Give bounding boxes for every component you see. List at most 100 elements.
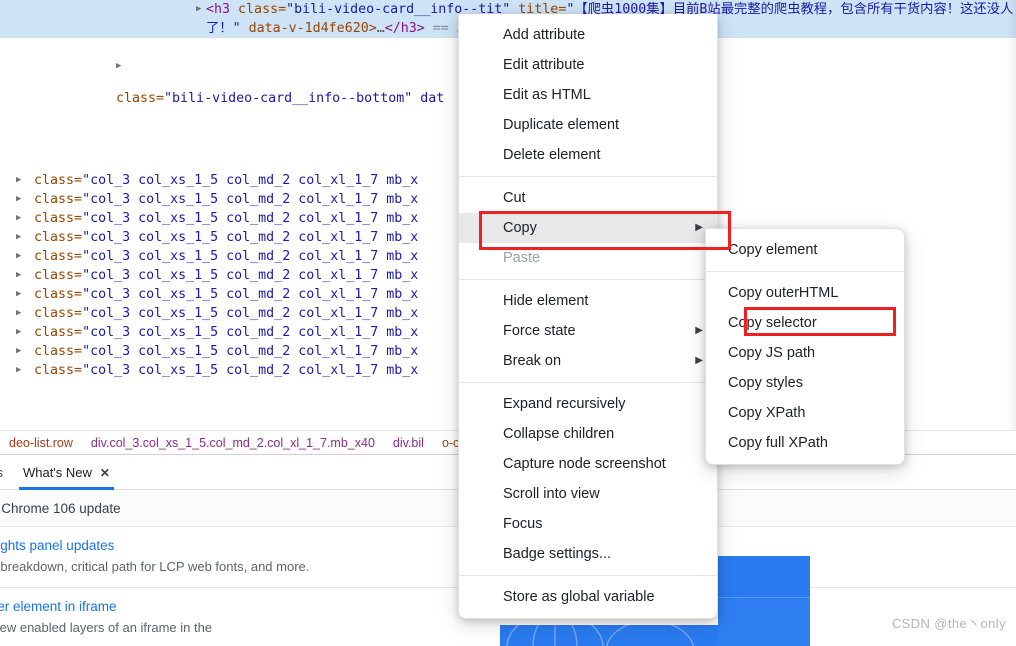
menu-item-collapse-children[interactable]: Collapse children — [459, 419, 717, 449]
dom-attr-name: class= — [34, 211, 83, 226]
expand-triangle-icon[interactable]: ▶ — [16, 209, 26, 228]
drawer-tab-what-s-new[interactable]: What's New ✕ — [13, 456, 120, 490]
page-graphic-block — [718, 556, 810, 646]
expand-triangle-icon[interactable]: ▶ — [16, 266, 26, 285]
dom-attr-value: "col_3 col_xs_1_5 col_md_2 col_xl_1_7 mb… — [82, 306, 419, 321]
dom-attr-value: "col_3 col_xs_1_5 col_md_2 col_xl_1_7 mb… — [82, 192, 419, 207]
menu-item-force-state[interactable]: Force state ▶ — [459, 316, 717, 346]
menu-item-expand-recursively[interactable]: Expand recursively — [459, 389, 717, 419]
chevron-right-icon: ▶ — [695, 222, 703, 233]
dom-tag-open: class="col_3 col_xs_1_5 col_md_2 col_xl_… — [26, 306, 418, 321]
submenu-item-copy-full-xpath[interactable]: Copy full XPath — [706, 428, 904, 458]
drawer-tab-label: What's New — [22, 465, 92, 480]
expand-triangle-icon[interactable]: ▶ — [16, 190, 26, 209]
menu-item-label: Capture node screenshot — [503, 456, 666, 472]
menu-item-break-on[interactable]: Break on ▶ — [459, 346, 717, 376]
menu-item-capture-node-screenshot[interactable]: Capture node screenshot — [459, 449, 717, 479]
space-4 — [425, 21, 433, 36]
dom-tag-open: class="col_3 col_xs_1_5 col_md_2 col_xl_… — [26, 363, 418, 378]
menu-separator — [459, 575, 717, 576]
menu-item-label: Copy — [503, 220, 537, 236]
menu-item-label: Force state — [503, 323, 576, 339]
menu-separator — [459, 176, 717, 177]
submenu-item-copy-element[interactable]: Copy element — [706, 235, 904, 265]
expand-triangle-icon[interactable]: ▶ — [16, 323, 26, 342]
panel-scroll-shadow — [1006, 0, 1016, 430]
dom-tag-open: class="col_3 col_xs_1_5 col_md_2 col_xl_… — [26, 325, 418, 340]
menu-item-store-as-global-variable[interactable]: Store as global variable — [459, 582, 717, 612]
menu-item-edit-as-html[interactable]: Edit as HTML — [459, 80, 717, 110]
menu-item-add-attribute[interactable]: Add attribute — [459, 20, 717, 50]
menu-item-label: Add attribute — [503, 27, 586, 43]
menu-item-label: Scroll into view — [503, 486, 600, 502]
breadcrumb-item[interactable]: deo-list.row — [0, 431, 82, 454]
context-menu[interactable]: Add attribute Edit attribute Edit as HTML D… — [458, 14, 718, 619]
menu-item-label: Copy element — [728, 242, 818, 258]
dom-attr-name: class= — [34, 344, 83, 359]
menu-separator — [459, 279, 717, 280]
dom-attr-title-continuation: 了！" — [206, 21, 241, 36]
breadcrumb-item[interactable]: div.col_3.col_xs_1_5.col_md_2.col_xl_1_7… — [82, 431, 384, 454]
menu-item-focus[interactable]: Focus — [459, 509, 717, 539]
chevron-right-icon: ▶ — [695, 355, 703, 366]
menu-item-hide-element[interactable]: Hide element — [459, 286, 717, 316]
dom-attr-value: "col_3 col_xs_1_5 col_md_2 col_xl_1_7 mb… — [82, 344, 419, 359]
expand-triangle-icon[interactable]: ▶ — [16, 171, 26, 190]
menu-item-label: Cut — [503, 190, 526, 206]
expand-triangle-icon[interactable]: ▶ — [16, 285, 26, 304]
menu-item-label: Badge settings... — [503, 546, 612, 562]
menu-item-label: Focus — [503, 516, 543, 532]
dom-collapsed-ellipsis[interactable]: … — [377, 21, 385, 36]
menu-item-label: Collapse children — [503, 426, 615, 442]
dom-tag-open: class="col_3 col_xs_1_5 col_md_2 col_xl_… — [26, 211, 418, 226]
drawer-tab-ues[interactable]: ues — [0, 456, 13, 490]
menu-item-copy[interactable]: Copy ▶ — [459, 213, 717, 243]
dom-attr-name: class= — [34, 249, 83, 264]
copy-submenu[interactable]: Copy element Copy outerHTML Copy selector C… — [705, 228, 905, 465]
dom-tag-open: class="col_3 col_xs_1_5 col_md_2 col_xl_… — [26, 268, 418, 283]
menu-item-delete-element[interactable]: Delete element — [459, 140, 717, 170]
submenu-item-copy-xpath[interactable]: Copy XPath — [706, 398, 904, 428]
expand-triangle-icon[interactable]: ▶ — [16, 342, 26, 361]
menu-item-edit-attribute[interactable]: Edit attribute — [459, 50, 717, 80]
dom-tag-open: class="col_3 col_xs_1_5 col_md_2 col_xl_… — [26, 249, 418, 264]
watermark: CSDN @the丶only — [891, 616, 1006, 631]
menu-item-cut[interactable]: Cut — [459, 183, 717, 213]
expand-triangle-icon[interactable]: ▶ — [16, 361, 26, 380]
menu-item-label: Duplicate element — [503, 117, 620, 133]
expand-triangle-icon[interactable]: ▶ — [196, 0, 206, 19]
menu-item-label: Copy full XPath — [728, 435, 828, 451]
dom-attr-data-v: data-v-1d4fe620> — [248, 21, 377, 36]
breadcrumb-item[interactable]: div.bil — [384, 431, 433, 454]
expand-triangle-icon[interactable]: ▶ — [16, 304, 26, 323]
drawer-tab-label: ues — [0, 465, 3, 480]
close-icon[interactable]: ✕ — [100, 457, 110, 490]
devtools-screenshot: ▶ <h3 class="bili-video-card__info--tit" … — [0, 0, 1016, 646]
menu-item-duplicate-element[interactable]: Duplicate element — [459, 110, 717, 140]
expand-triangle-icon[interactable]: ▶ — [16, 228, 26, 247]
twisty-placeholder — [36, 152, 46, 171]
expand-triangle-icon[interactable]: ▶ — [116, 57, 126, 76]
expand-triangle-icon[interactable]: ▶ — [16, 247, 26, 266]
menu-item-label: Store as global variable — [503, 589, 655, 605]
twisty-placeholder — [52, 133, 62, 152]
dom-attr-value: "col_3 col_xs_1_5 col_md_2 col_xl_1_7 mb… — [82, 173, 419, 188]
dom-attr-name: class= — [34, 173, 83, 188]
menu-item-label: Break on — [503, 353, 562, 369]
submenu-item-copy-js-path[interactable]: Copy JS path — [706, 338, 904, 368]
globe-icon — [506, 625, 695, 646]
menu-item-scroll-into-view[interactable]: Scroll into view — [459, 479, 717, 509]
menu-item-label: Edit as HTML — [503, 87, 591, 103]
submenu-item-copy-styles[interactable]: Copy styles — [706, 368, 904, 398]
menu-item-badge-settings[interactable]: Badge settings... — [459, 539, 717, 569]
submenu-item-copy-selector[interactable]: Copy selector — [706, 308, 904, 338]
twisty-placeholder — [68, 114, 78, 133]
dom-attr-name: class= — [34, 230, 83, 245]
submenu-item-copy-outerhtml[interactable]: Copy outerHTML — [706, 278, 904, 308]
